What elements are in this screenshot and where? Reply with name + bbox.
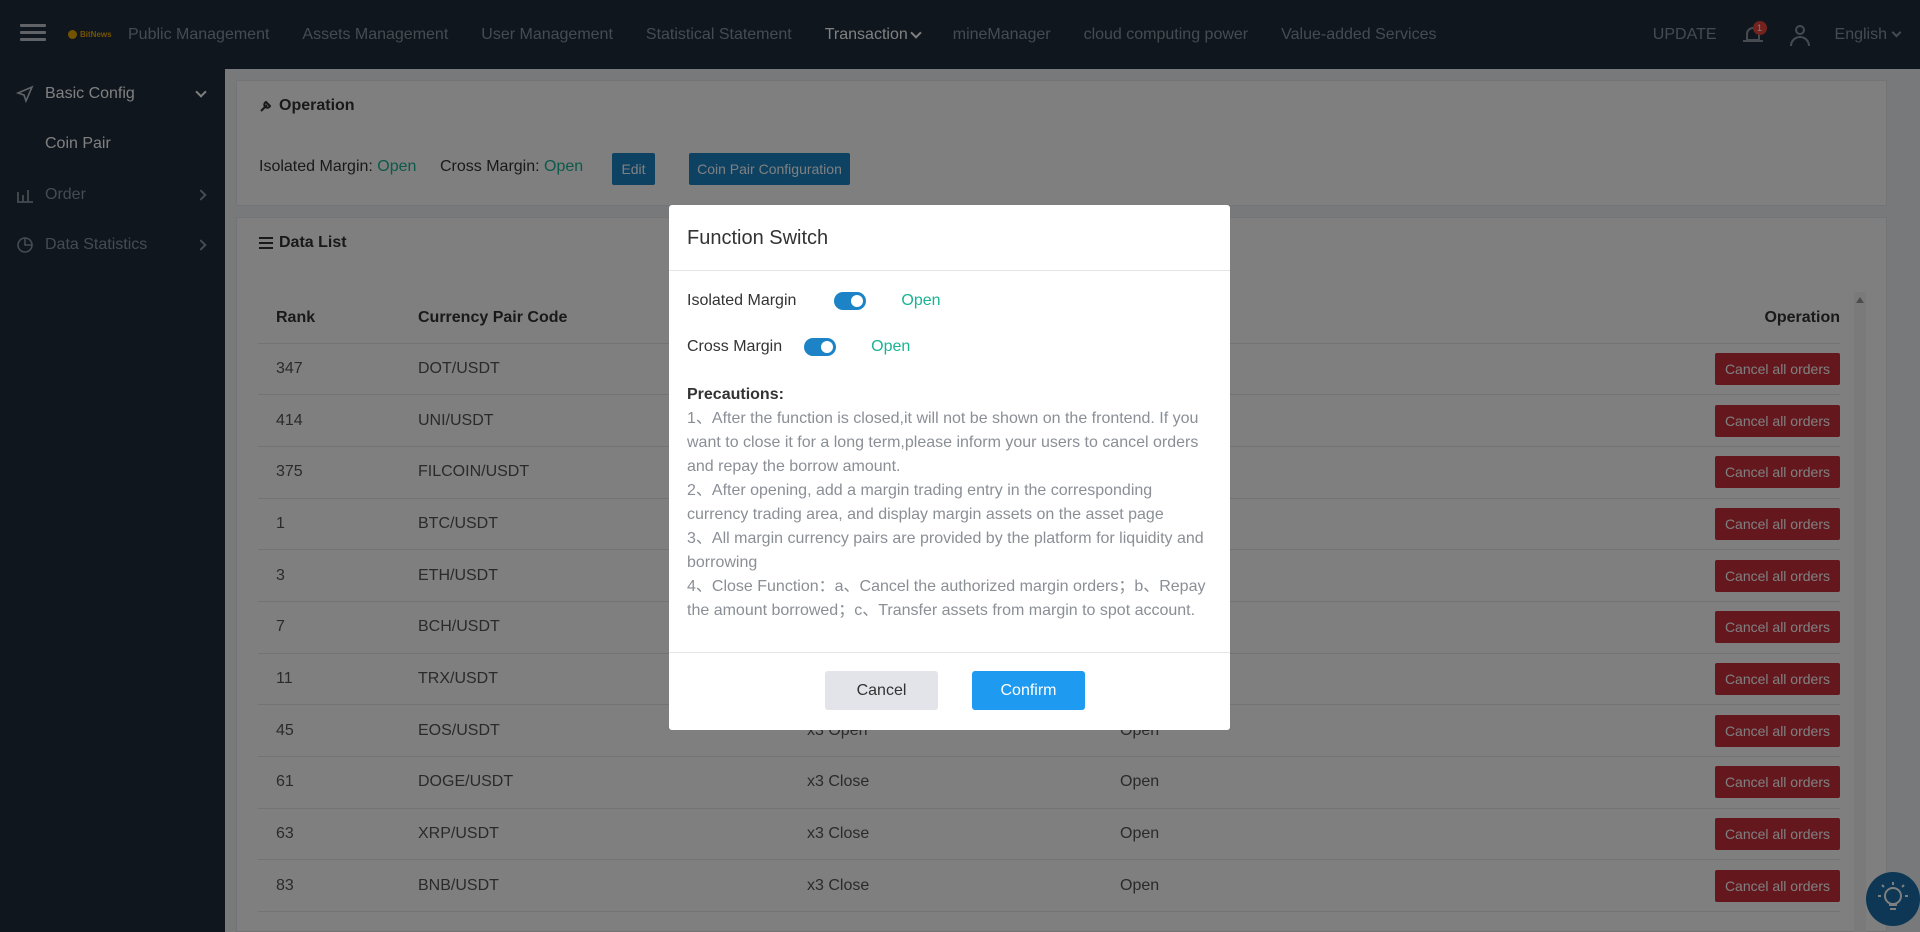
- isolated-margin-switch-label: Isolated Margin: [687, 292, 797, 309]
- dialog-title: Function Switch: [687, 227, 829, 249]
- toggle-knob: [821, 341, 834, 353]
- cross-margin-switch-row: Cross Margin Open: [687, 338, 910, 356]
- confirm-button[interactable]: Confirm: [972, 671, 1085, 710]
- precaution-item: 3、All margin currency pairs are provided…: [687, 530, 1204, 571]
- divider: [669, 652, 1230, 653]
- isolated-margin-toggle[interactable]: [834, 292, 867, 310]
- toggle-knob: [851, 295, 864, 307]
- cancel-button[interactable]: Cancel: [825, 671, 938, 710]
- function-switch-dialog: Function Switch Isolated Margin Open Cro…: [669, 205, 1230, 730]
- precaution-item: 2、After opening, add a margin trading en…: [687, 482, 1164, 523]
- isolated-margin-switch-status: Open: [901, 292, 941, 309]
- cross-margin-switch-label: Cross Margin: [687, 338, 783, 355]
- precaution-item: 1、After the function is closed,it will n…: [687, 410, 1199, 475]
- precautions-title: Precautions:: [687, 386, 784, 403]
- isolated-margin-switch-row: Isolated Margin Open: [687, 292, 941, 310]
- cross-margin-switch-status: Open: [871, 338, 911, 355]
- cross-margin-toggle[interactable]: [804, 338, 837, 356]
- precautions: Precautions: 1、After the function is clo…: [687, 383, 1207, 623]
- precaution-item: 4、Close Function：a、Cancel the authorized…: [687, 578, 1206, 619]
- divider: [669, 270, 1230, 271]
